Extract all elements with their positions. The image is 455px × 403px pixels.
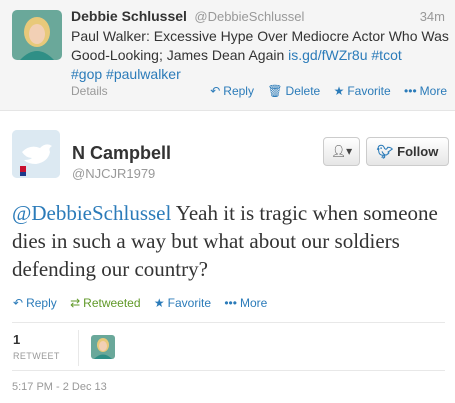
original-favorite-action[interactable]: ★ Favorite xyxy=(334,84,391,98)
trash-icon: 🗑︎ xyxy=(267,84,283,98)
ellipsis-icon: ••• xyxy=(404,84,417,98)
user-actions-dropdown-button[interactable]: 👤︎▾ xyxy=(323,137,360,166)
hashtag-tcot[interactable]: #tcot xyxy=(371,47,401,63)
user-dropdown-icon: 👤︎▾ xyxy=(330,144,353,158)
stats-separator xyxy=(78,330,79,366)
main-tweet-actions: ↶ Reply ⇄ Retweeted ★ Favorite ••• More xyxy=(13,296,277,310)
more-label: More xyxy=(239,296,268,310)
original-author-avatar[interactable] xyxy=(12,10,62,60)
favorite-action[interactable]: ★ Favorite xyxy=(154,296,211,310)
main-author-avatar[interactable] xyxy=(12,130,60,178)
main-author-handle[interactable]: @NJCJR1979 xyxy=(72,166,155,181)
reply-icon: ↶ xyxy=(210,84,221,98)
main-author-name[interactable]: N Campbell xyxy=(72,143,171,164)
tweet-timestamp[interactable]: 5:17 PM - 2 Dec 13 xyxy=(12,381,107,393)
original-author-name[interactable]: Debbie Schlussel xyxy=(71,8,187,24)
original-author-handle[interactable]: @DebbieSchlussel xyxy=(194,9,304,24)
reply-icon: ↶ xyxy=(13,296,24,310)
star-icon: ★ xyxy=(333,84,345,98)
twitter-bird-icon: 🐦︎ xyxy=(376,144,394,159)
main-tweet-text: @DebbieSchlussel Yeah it is tragic when … xyxy=(12,199,448,283)
retweet-count[interactable]: 1 xyxy=(13,332,20,347)
retweeted-action[interactable]: ⇄ Retweeted xyxy=(70,296,140,310)
favorite-label: Favorite xyxy=(167,296,211,310)
follow-button[interactable]: 🐦︎ Follow xyxy=(366,137,449,166)
ellipsis-icon: ••• xyxy=(224,296,237,310)
hashtag-paulwalker[interactable]: #paulwalker xyxy=(106,66,181,82)
more-action[interactable]: ••• More xyxy=(224,296,267,310)
original-favorite-label: Favorite xyxy=(347,84,391,98)
follow-button-label: Follow xyxy=(397,144,439,159)
retweeter-avatar[interactable] xyxy=(91,335,115,359)
original-tweet-text: Paul Walker: Excessive Hype Over Mediocr… xyxy=(71,27,449,84)
original-more-label: More xyxy=(419,84,447,98)
stats-divider-bottom xyxy=(12,370,445,371)
original-more-action[interactable]: ••• More xyxy=(404,84,447,98)
retweet-count-label[interactable]: RETWEET xyxy=(13,351,60,361)
original-tweet-time[interactable]: 34m xyxy=(420,9,445,24)
original-tweet[interactable]: Debbie Schlussel @DebbieSchlussel 34m Pa… xyxy=(0,0,455,111)
retweeted-label: Retweeted xyxy=(83,296,141,310)
stats-divider-top xyxy=(12,322,445,323)
reply-action[interactable]: ↶ Reply xyxy=(13,296,57,310)
retweet-icon: ⇄ xyxy=(70,296,81,310)
hashtag-gop[interactable]: #gop xyxy=(71,66,102,82)
original-reply-action[interactable]: ↶ Reply xyxy=(210,84,254,98)
original-delete-label: Delete xyxy=(285,84,321,98)
original-tweet-link[interactable]: is.gd/fWZr8u xyxy=(288,47,367,63)
details-link[interactable]: Details xyxy=(71,84,108,98)
reply-label: Reply xyxy=(26,296,57,310)
star-icon: ★ xyxy=(153,296,165,310)
original-reply-label: Reply xyxy=(223,84,254,98)
original-tweet-actions: ↶ Reply 🗑︎ Delete ★ Favorite ••• More xyxy=(200,84,447,98)
main-tweet-mention[interactable]: @DebbieSchlussel xyxy=(12,201,171,225)
original-delete-action[interactable]: 🗑︎ Delete xyxy=(267,84,320,98)
